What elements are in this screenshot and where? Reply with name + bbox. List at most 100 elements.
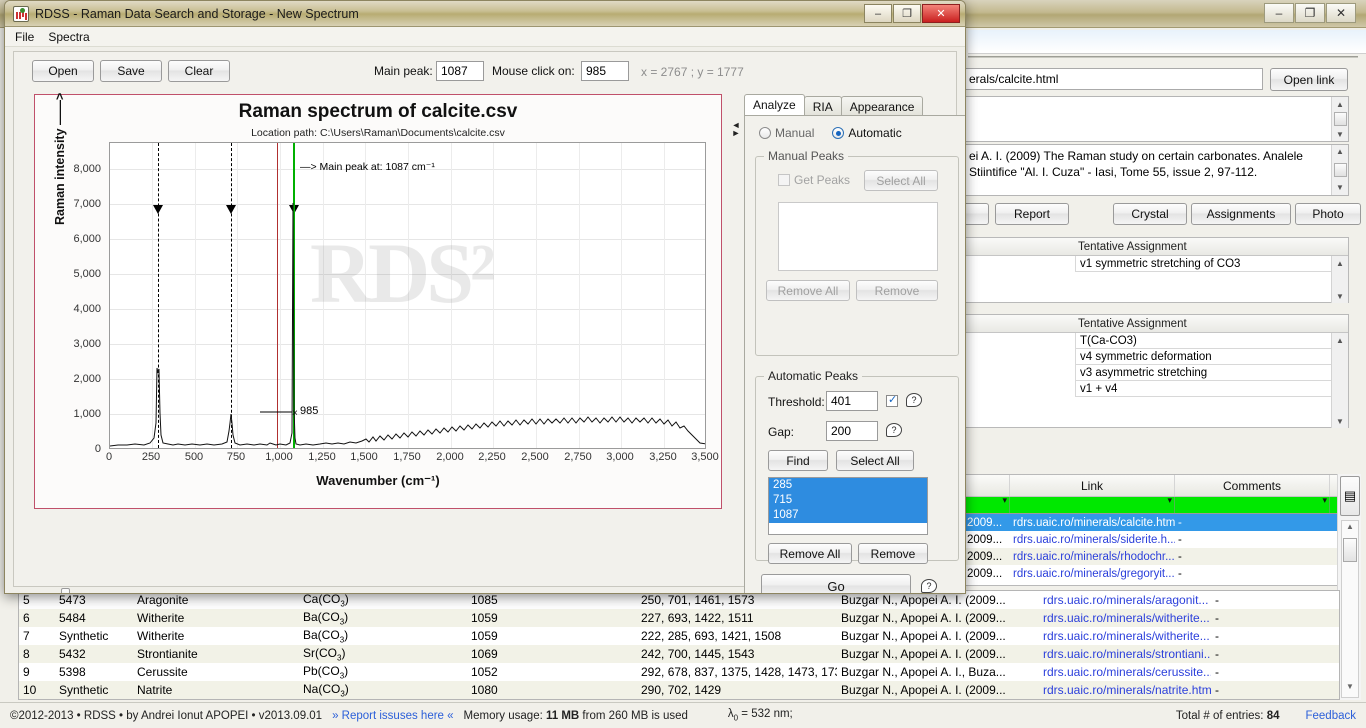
threshold-input[interactable] [826, 391, 878, 411]
automatic-peaks-listbox[interactable]: 285 715 1087 [768, 477, 928, 535]
mode-radio-group[interactable]: Manual Automatic [759, 126, 902, 140]
gap-input[interactable] [826, 421, 878, 441]
table-row[interactable]: 6 5484 Witherite Ba(CO3) 1059 227, 693, … [19, 609, 1339, 627]
slider-thumb[interactable] [61, 588, 70, 593]
scroll-down-icon[interactable]: ▼ [1343, 682, 1357, 696]
menu-item-spectra[interactable]: Spectra [48, 30, 89, 44]
table-row[interactable]: 8 5432 Strontianite Sr(CO3) 1069 242, 70… [19, 645, 1339, 663]
scroll-up-icon[interactable]: ▲ [1343, 522, 1357, 536]
assignment-table-1[interactable]: Tentative Assignment v1 symmetric stretc… [963, 237, 1349, 303]
radio-manual-indicator[interactable] [759, 127, 771, 139]
plot-area[interactable]: RDS² —> Main peak at: 1087 cm⁻¹ 985 × [109, 142, 706, 449]
filter-comments[interactable] [1175, 495, 1330, 513]
cell-link[interactable]: rdrs.uaic.ro/minerals/calcite.html [1010, 517, 1175, 529]
cell-link[interactable]: rdrs.uaic.ro/minerals/aragonit... [1039, 593, 1211, 607]
assignment-table-2[interactable]: Tentative Assignment T(Ca-CO3) v4 symmet… [963, 314, 1349, 428]
cell-link[interactable]: rdrs.uaic.ro/minerals/rhodochr... [1010, 551, 1175, 563]
mouse-click-input[interactable] [581, 61, 629, 81]
cell-link[interactable]: rdrs.uaic.ro/minerals/strontiani... [1039, 647, 1211, 661]
assignment-row[interactable]: v1 + v4 [1076, 381, 1348, 397]
get-peaks-checkbox[interactable]: Get Peaks [778, 173, 850, 187]
save-button[interactable]: Save [100, 60, 162, 82]
tab-analyze[interactable]: Analyze [744, 94, 805, 116]
assignment-row[interactable]: v4 symmetric deformation [1076, 349, 1348, 365]
gap-help-icon[interactable]: ? [886, 423, 902, 437]
manual-select-all-button[interactable]: Select All [864, 170, 938, 191]
scroll-thumb[interactable] [1333, 112, 1347, 126]
vertical-scrollbar[interactable]: ▲ ▼ [1341, 520, 1359, 698]
manual-remove-button[interactable]: Remove [856, 280, 938, 301]
rdss-window-controls[interactable]: – ❐ ✕ [864, 4, 960, 23]
zoom-slider[interactable] [56, 588, 716, 593]
menu-bar[interactable]: File Spectra [5, 27, 965, 47]
find-button[interactable]: Find [768, 450, 828, 471]
auto-remove-all-button[interactable]: Remove All [768, 543, 852, 564]
table-row[interactable]: 9 5398 Cerussite Pb(CO3) 1052 292, 678, … [19, 663, 1339, 681]
get-peaks-check-indicator[interactable] [778, 174, 790, 186]
notes-area[interactable]: ▲ ▼ [963, 96, 1349, 142]
table-row[interactable]: 2009... rdrs.uaic.ro/minerals/rhodochr..… [964, 548, 1348, 565]
table-row[interactable]: 7 Synthetic Witherite Ba(CO3) 1059 222, … [19, 627, 1339, 645]
table-row[interactable]: 2009... rdrs.uaic.ro/minerals/siderite.h… [964, 531, 1348, 548]
scroll-up-icon[interactable]: ▲ [1333, 333, 1348, 347]
tab-appearance[interactable]: Appearance [840, 96, 924, 116]
close-button[interactable]: ✕ [922, 4, 960, 23]
scroll-up-icon[interactable]: ▲ [1333, 145, 1348, 159]
radio-automatic-indicator[interactable] [832, 127, 845, 139]
rdss-titlebar[interactable]: RDSS - Raman Data Search and Storage - N… [5, 1, 965, 27]
open-button[interactable]: Open [32, 60, 94, 82]
scroll-up-icon[interactable]: ▲ [1333, 256, 1348, 270]
scroll-down-icon[interactable]: ▼ [1333, 181, 1348, 195]
bg-close-button[interactable]: ✕ [1326, 3, 1356, 23]
auto-remove-button[interactable]: Remove [858, 543, 928, 564]
cell-link[interactable]: rdrs.uaic.ro/minerals/witherite... [1039, 629, 1211, 643]
filter-link[interactable] [1010, 495, 1175, 513]
assignment-row[interactable]: v3 asymmetric stretching [1076, 365, 1348, 381]
cell-link[interactable]: rdrs.uaic.ro/minerals/natrite.html [1039, 683, 1211, 697]
table-row[interactable]: 2009... rdrs.uaic.ro/minerals/gregoryit.… [964, 565, 1348, 582]
cell-link[interactable]: rdrs.uaic.ro/minerals/cerussite... [1039, 665, 1211, 679]
scroll-thumb[interactable] [1343, 538, 1357, 562]
photo-button[interactable]: Photo [1295, 203, 1361, 225]
main-peak-input[interactable] [436, 61, 484, 81]
manual-remove-all-button[interactable]: Remove All [766, 280, 850, 301]
panel-splitter-handle[interactable]: ◄ ► [732, 118, 741, 140]
radio-automatic[interactable]: Automatic [832, 126, 902, 140]
cell-link[interactable]: rdrs.uaic.ro/minerals/gregoryit... [1010, 568, 1175, 580]
col-header-link[interactable]: Link [1010, 475, 1175, 496]
clear-button[interactable]: Clear [168, 60, 230, 82]
results-grid-filter-row[interactable] [964, 495, 1348, 514]
col-header-comments[interactable]: Comments [1175, 475, 1330, 496]
cell-link[interactable]: rdrs.uaic.ro/minerals/witherite... [1039, 611, 1211, 625]
menu-item-file[interactable]: File [15, 30, 34, 44]
go-help-icon[interactable]: ? [921, 579, 937, 593]
bg-restore-button[interactable]: ❐ [1295, 3, 1325, 23]
report-button[interactable]: Report [995, 203, 1069, 225]
table-row[interactable]: 2009... rdrs.uaic.ro/minerals/calcite.ht… [964, 514, 1348, 531]
cell-link[interactable]: rdrs.uaic.ro/minerals/siderite.h... [1010, 534, 1175, 546]
scroll-down-icon[interactable]: ▼ [1333, 414, 1348, 428]
assignments-button[interactable]: Assignments [1191, 203, 1291, 225]
assignment-row[interactable]: T(Ca-CO3) [1076, 333, 1348, 349]
list-item[interactable]: 285 [769, 478, 927, 493]
column-chooser-icon[interactable]: ▤ [1340, 476, 1360, 516]
col-header-year[interactable] [964, 475, 1010, 496]
spectrum-chart-panel[interactable]: Raman spectrum of calcite.csv Location p… [34, 93, 722, 509]
list-item[interactable]: 1087 [769, 508, 927, 523]
background-window-controls[interactable]: – ❐ ✕ [1264, 3, 1356, 23]
go-button[interactable]: Go [761, 574, 911, 593]
assignment-table-1-scrollbar[interactable]: ▲ ▼ [1331, 256, 1348, 303]
threshold-checkbox[interactable] [886, 393, 898, 407]
assignment-row[interactable]: v1 symmetric stretching of CO3 [1076, 256, 1348, 272]
manual-peaks-listbox[interactable] [778, 202, 938, 271]
scroll-thumb[interactable] [1333, 163, 1347, 177]
open-link-button[interactable]: Open link [1270, 68, 1348, 91]
tab-ria[interactable]: RIA [803, 96, 842, 116]
filter-year[interactable] [964, 495, 1010, 513]
table-row[interactable]: 10 Synthetic Natrite Na(CO3) 1080 290, 7… [19, 681, 1339, 699]
restore-button[interactable]: ❐ [893, 4, 921, 23]
results-grid[interactable]: Link Comments 2009... rdrs.uaic.ro/miner… [963, 474, 1349, 586]
bg-minimize-button[interactable]: – [1264, 3, 1294, 23]
threshold-help-icon[interactable]: ? [906, 393, 922, 407]
grid-side-scroll-column[interactable]: ▤ ▲ ▼ [1337, 474, 1361, 700]
